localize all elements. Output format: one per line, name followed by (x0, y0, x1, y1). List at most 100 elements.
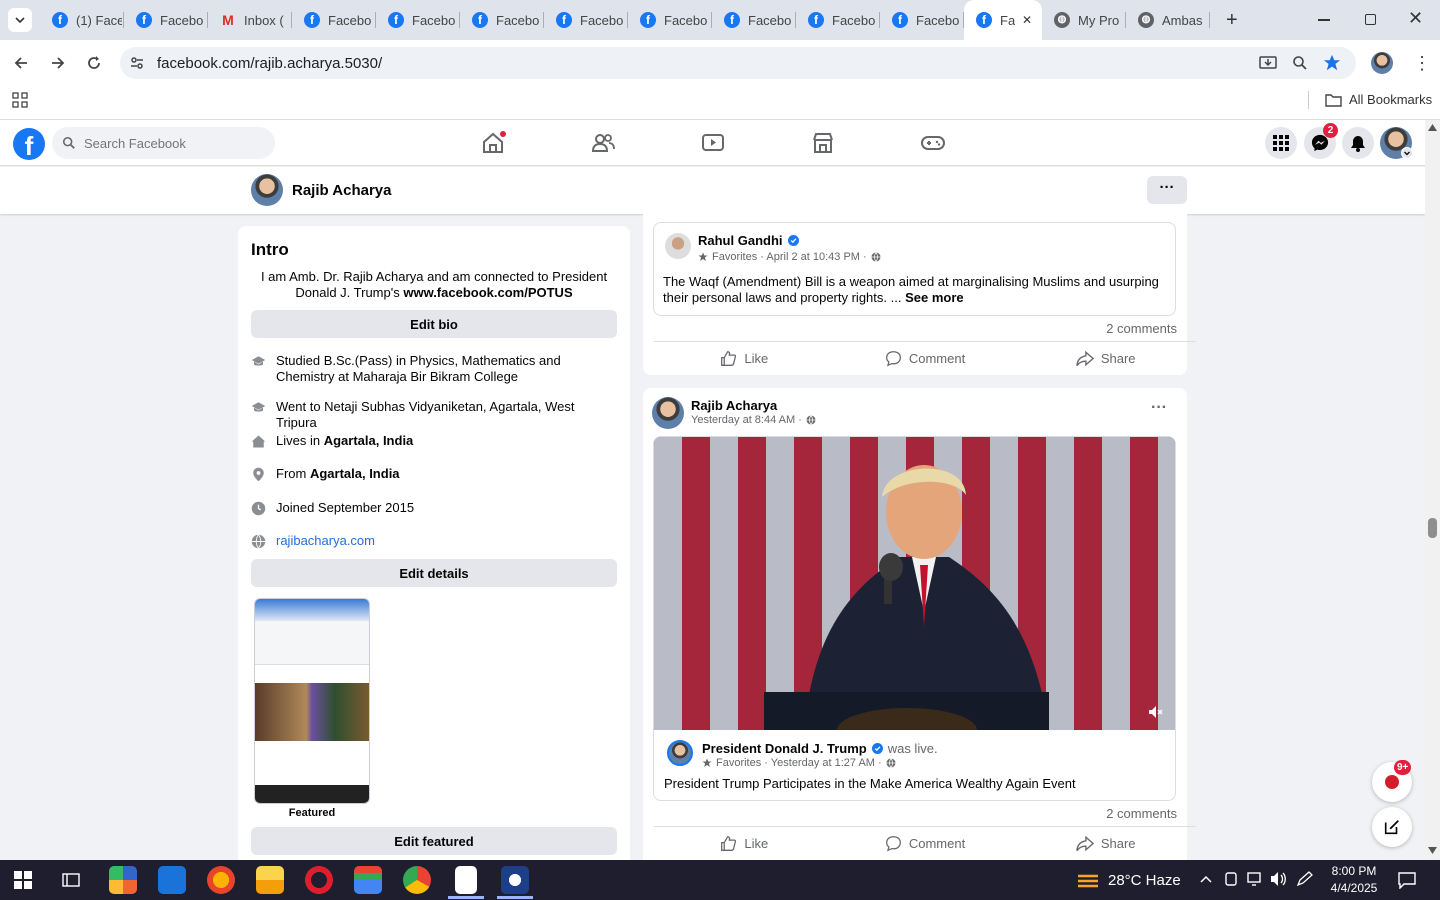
page-scrollbar[interactable] (1425, 120, 1440, 860)
like-button[interactable]: Like (654, 827, 835, 860)
all-bookmarks-button[interactable]: All Bookmarks (1325, 92, 1432, 107)
friends-icon[interactable] (590, 130, 616, 156)
install-app-icon[interactable] (1259, 54, 1277, 72)
comments-count[interactable]: 2 comments (1106, 806, 1177, 821)
chrome-icon[interactable] (403, 866, 431, 894)
marketplace-icon[interactable] (810, 130, 836, 156)
browser-tab[interactable]: f Facebo (712, 0, 796, 40)
profile-more-button[interactable]: ··· (1147, 176, 1187, 204)
live-video[interactable] (654, 437, 1175, 730)
facebook-logo-icon[interactable]: f (13, 128, 45, 161)
profile-avatar[interactable] (251, 174, 283, 206)
scrollbar-thumb[interactable] (1428, 518, 1437, 538)
browser-tab[interactable]: f Fa ✕ (964, 0, 1042, 40)
task-view-icon[interactable] (62, 871, 80, 889)
post-author-name[interactable]: Rajib Acharya (691, 398, 777, 413)
messenger-app-icon[interactable] (158, 866, 186, 894)
comment-button[interactable]: Comment (835, 827, 1016, 860)
tray-chevron-up-icon[interactable] (1200, 874, 1212, 884)
shared-author-avatar[interactable] (665, 233, 691, 259)
muted-speaker-icon[interactable] (1148, 705, 1164, 719)
bookmark-star-icon[interactable] (1323, 54, 1341, 72)
firefox-icon[interactable] (207, 866, 235, 894)
reload-icon[interactable] (86, 55, 102, 71)
facebook-search[interactable] (52, 127, 275, 159)
restore-button[interactable] (1365, 14, 1376, 25)
notification-center-icon[interactable] (1398, 871, 1416, 889)
browser-tab[interactable]: f Facebo (628, 0, 712, 40)
featured-thumbnail[interactable] (254, 598, 370, 804)
browser-app-icon[interactable] (501, 866, 529, 894)
notifications-button[interactable] (1342, 127, 1374, 159)
shared-live-post[interactable]: President Donald J. Trump was live. Favo… (653, 436, 1176, 801)
windows-start-icon[interactable] (14, 871, 32, 889)
menu-button[interactable] (1265, 127, 1297, 159)
meet-now-icon[interactable] (1223, 871, 1239, 887)
copilot-icon[interactable] (109, 866, 137, 894)
intro-joined: Joined September 2015 (251, 500, 617, 516)
like-button[interactable]: Like (654, 342, 835, 375)
profile-name[interactable]: Rajib Acharya (292, 182, 392, 199)
edit-featured-button[interactable]: Edit featured (251, 827, 617, 855)
shared-post-meta-text[interactable]: Favorites · April 2 at 10:43 PM · (712, 251, 867, 263)
intro-website-link[interactable]: rajibacharya.com (276, 533, 375, 549)
comment-button[interactable]: Comment (835, 342, 1016, 375)
forward-arrow-icon[interactable] (50, 55, 66, 71)
browser-tab[interactable]: f Facebo (796, 0, 880, 40)
gaming-icon[interactable] (920, 130, 946, 156)
browser-tab[interactable]: ◍ My Pro (1042, 0, 1126, 40)
browser-tab[interactable]: f Facebo (292, 0, 376, 40)
weather-widget[interactable]: 28°C Haze (1076, 870, 1181, 890)
account-chevron-icon[interactable] (1401, 147, 1413, 159)
pen-icon[interactable] (1296, 871, 1314, 887)
browser-tab[interactable]: f Facebo (124, 0, 208, 40)
browser-tab[interactable]: M Inbox ( (208, 0, 292, 40)
site-settings-icon[interactable] (129, 55, 145, 71)
new-message-button[interactable] (1372, 807, 1412, 847)
scroll-down-icon[interactable] (1428, 847, 1437, 854)
apps-grid-icon[interactable] (12, 92, 28, 108)
browser-profile-avatar[interactable] (1371, 52, 1393, 74)
browser-tab[interactable]: f Facebo (880, 0, 964, 40)
share-button[interactable]: Share (1015, 342, 1196, 375)
share-button[interactable]: Share (1015, 827, 1196, 860)
browser-tab[interactable]: f Facebo (376, 0, 460, 40)
comments-count[interactable]: 2 comments (1106, 321, 1177, 336)
edit-bio-button[interactable]: Edit bio (251, 310, 617, 338)
intro-lives-place[interactable]: Agartala, India (324, 433, 414, 448)
browser-tab[interactable]: ◍ Ambas (1126, 0, 1210, 40)
shared-author-name[interactable]: Rahul Gandhi (698, 233, 783, 248)
post-author-avatar[interactable] (652, 397, 684, 429)
notepad-icon[interactable] (455, 866, 477, 894)
scroll-up-icon[interactable] (1428, 124, 1437, 131)
video-icon[interactable] (700, 130, 726, 156)
facebook-search-input[interactable] (84, 135, 264, 151)
browser-tab[interactable]: f Facebo (544, 0, 628, 40)
store-icon[interactable] (354, 866, 382, 894)
network-icon[interactable] (1246, 871, 1264, 887)
opera-icon[interactable] (305, 866, 333, 894)
file-explorer-icon[interactable] (256, 866, 284, 894)
new-tab-button[interactable]: + (1226, 10, 1238, 30)
edit-details-button[interactable]: Edit details (251, 559, 617, 587)
shared-live-meta-text[interactable]: Favorites · Yesterday at 1:27 AM · (716, 757, 882, 769)
volume-icon[interactable] (1270, 871, 1288, 887)
weather-text: 28°C Haze (1108, 871, 1181, 889)
intro-bio-link[interactable]: www.facebook.com/POTUS (403, 285, 572, 300)
intro-from-place[interactable]: Agartala, India (310, 466, 400, 481)
browser-tab[interactable]: f (1) Face (40, 0, 124, 40)
close-window-button[interactable]: ✕ (1408, 8, 1423, 29)
browser-menu-icon[interactable]: ⋮ (1413, 52, 1431, 74)
shared-live-author-name[interactable]: President Donald J. Trump (702, 741, 867, 756)
post-meta-text[interactable]: Yesterday at 8:44 AM · (691, 414, 802, 426)
back-arrow-icon[interactable] (13, 55, 29, 71)
browser-tab[interactable]: f Facebo (460, 0, 544, 40)
clock[interactable]: 8:00 PM 4/4/2025 (1322, 863, 1386, 897)
close-tab-icon[interactable]: ✕ (1022, 13, 1032, 27)
post-options-icon[interactable]: ··· (1151, 400, 1167, 416)
zoom-icon[interactable] (1292, 55, 1308, 71)
tab-search-button[interactable] (8, 8, 32, 32)
minimize-button[interactable] (1318, 19, 1330, 21)
shared-live-author-avatar[interactable] (667, 740, 693, 766)
see-more-link[interactable]: See more (905, 290, 964, 305)
